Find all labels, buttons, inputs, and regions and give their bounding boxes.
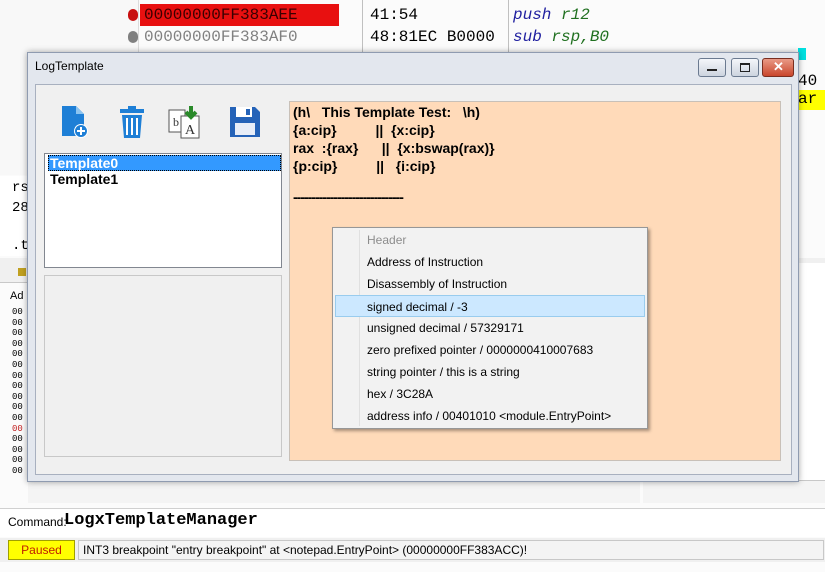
menu-item-label: signed decimal / -3 xyxy=(367,300,468,314)
command-bar: Command: LogxTemplateManager xyxy=(0,508,825,537)
status-badge: Paused xyxy=(8,540,75,560)
menu-item-unsigned-decimal[interactable]: unsigned decimal / 57329171 xyxy=(335,317,645,339)
menu-item-label: Disassembly of Instruction xyxy=(367,277,508,291)
horizontal-scrollbar[interactable] xyxy=(28,480,640,503)
disasm-address[interactable]: 00000000FF383AEE xyxy=(140,4,339,26)
dump-tab-icon[interactable] xyxy=(18,268,26,276)
dialog-title: LogTemplate xyxy=(35,59,104,73)
svg-text:A: A xyxy=(185,123,196,138)
save-template-icon[interactable] xyxy=(227,104,263,140)
dump-column-header: Ad xyxy=(10,290,24,302)
minimize-button[interactable] xyxy=(698,58,726,77)
delete-template-icon[interactable] xyxy=(114,104,150,140)
new-template-icon[interactable] xyxy=(56,104,92,140)
menu-item-address-info[interactable]: address info / 00401010 <module.EntryPoi… xyxy=(335,405,645,427)
disasm-bytes: 41:54 xyxy=(370,6,419,24)
dump-row[interactable]: 00 xyxy=(12,466,23,477)
template-properties-panel xyxy=(44,275,282,457)
asm-operand: r12 xyxy=(561,6,590,24)
asm-operand: rsp,B0 xyxy=(551,28,610,46)
menu-item-label: string pointer / this is a string xyxy=(367,365,520,379)
horizontal-scrollbar[interactable] xyxy=(643,480,825,503)
disasm-instruction[interactable]: push r12 xyxy=(513,4,590,26)
import-template-icon[interactable]: b A xyxy=(167,104,203,140)
menu-item-string-pointer[interactable]: string pointer / this is a string xyxy=(335,361,645,383)
status-bar: Paused INT3 breakpoint "entry breakpoint… xyxy=(0,538,825,562)
editor-line: {a:cip} || {x:cip} xyxy=(293,122,435,138)
menu-item-signed-decimal[interactable]: signed decimal / -3 xyxy=(335,295,645,317)
template-list[interactable]: Template0 Template1 xyxy=(44,153,282,268)
editor-line: ------------------------------ xyxy=(293,189,404,205)
dump-row[interactable]: 00 xyxy=(12,381,23,392)
editor-line: (h\ This Template Test: \h) xyxy=(293,104,480,120)
column-divider xyxy=(508,0,509,52)
format-context-menu: Header Address of Instruction Disassembl… xyxy=(332,227,648,429)
close-button[interactable]: ✕ xyxy=(762,58,794,77)
dump-row[interactable]: 00 xyxy=(12,424,23,435)
breakpoint-marker[interactable] xyxy=(128,9,138,21)
menu-item-disassembly[interactable]: Disassembly of Instruction xyxy=(335,273,645,295)
dump-row[interactable]: 00 xyxy=(12,402,23,413)
dump-row[interactable]: 00 xyxy=(12,318,23,329)
menu-item-hex[interactable]: hex / 3C28A xyxy=(335,383,645,405)
maximize-icon xyxy=(740,63,750,72)
command-label: Command: xyxy=(8,515,67,529)
menu-item-label: Address of Instruction xyxy=(367,255,484,269)
dump-row[interactable]: 00 xyxy=(12,455,23,466)
dump-row[interactable]: 00 xyxy=(12,445,23,456)
asm-mnemonic: push xyxy=(513,6,552,24)
editor-line: {p:cip} || {i:cip} xyxy=(293,158,436,174)
disasm-instruction[interactable]: sub rsp,B0 xyxy=(513,26,609,48)
svg-text:b: b xyxy=(173,115,179,129)
dump-rows: 00 00 00 00 00 00 00 00 00 00 00 00 00 00 00 00 xyxy=(12,307,23,477)
disasm-address[interactable]: 00000000FF383AF0 xyxy=(140,26,339,48)
dump-row[interactable]: 00 xyxy=(12,339,23,350)
menu-item-label: zero prefixed pointer / 0000000410007683 xyxy=(367,343,594,357)
disasm-bytes: 48:81EC B0000 xyxy=(370,28,495,46)
menu-item-label: address info / 00401010 <module.EntryPoi… xyxy=(367,409,612,423)
dump-row[interactable]: 00 xyxy=(12,413,23,424)
close-icon: ✕ xyxy=(773,59,784,74)
maximize-button[interactable] xyxy=(731,58,759,77)
asm-mnemonic: sub xyxy=(513,28,542,46)
dump-row[interactable]: 00 xyxy=(12,349,23,360)
breakpoint-marker[interactable] xyxy=(128,31,138,43)
template-list-item[interactable]: Template1 xyxy=(48,171,281,187)
dump-row[interactable]: 00 xyxy=(12,371,23,382)
dump-row[interactable]: 00 xyxy=(12,328,23,339)
code-fragment: 40 xyxy=(798,72,818,90)
highlight-mark xyxy=(798,48,806,60)
template-list-item[interactable]: Template0 xyxy=(48,155,281,171)
editor-line: rax :{rax} || {x:bswap(rax)} xyxy=(293,140,495,156)
dump-row[interactable]: 00 xyxy=(12,392,23,403)
menu-item-label: unsigned decimal / 57329171 xyxy=(367,321,524,335)
menu-item-label: hex / 3C28A xyxy=(367,387,434,401)
menu-item-label: Header xyxy=(367,233,407,247)
dump-row[interactable]: 00 xyxy=(12,307,23,318)
stack-pane xyxy=(798,263,825,483)
status-message: INT3 breakpoint "entry breakpoint" at <n… xyxy=(78,540,824,560)
menu-item-address[interactable]: Address of Instruction xyxy=(335,251,645,273)
minimize-icon xyxy=(707,69,717,71)
dump-row[interactable]: 00 xyxy=(12,434,23,445)
command-input[interactable]: LogxTemplateManager xyxy=(64,511,258,530)
dump-row[interactable]: 00 xyxy=(12,360,23,371)
column-divider xyxy=(362,0,363,52)
code-fragment: ar xyxy=(798,90,825,110)
menu-item-zero-prefixed-pointer[interactable]: zero prefixed pointer / 0000000410007683 xyxy=(335,339,645,361)
menu-item-header: Header xyxy=(335,229,645,251)
